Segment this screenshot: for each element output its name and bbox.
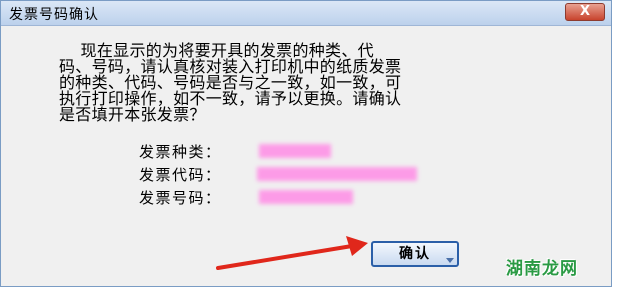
- arrow-shaft: [216, 244, 354, 270]
- invoice-type-label: 发票种类：: [139, 143, 222, 161]
- invoice-number-value-redacted: [259, 190, 353, 204]
- confirm-button-label: 确认: [399, 246, 431, 262]
- arrow-head: [346, 236, 368, 256]
- invoice-number-label: 发票号码：: [139, 189, 222, 207]
- invoice-code-label: 发票代码：: [139, 166, 222, 184]
- invoice-type-value-redacted: [259, 144, 331, 158]
- title-bar: 发票号码确认 X: [1, 1, 611, 26]
- confirmation-message: 现在显示的为将要开具的发票的种类、代 码、号码，请认真核对装入打印机中的纸质发票…: [59, 41, 402, 124]
- window-title: 发票号码确认: [9, 7, 99, 23]
- dropdown-arrow-icon: [446, 258, 454, 263]
- site-watermark: 湖南龙网: [506, 259, 578, 279]
- close-icon: X: [579, 4, 591, 19]
- close-button[interactable]: X: [565, 3, 605, 21]
- red-arrow-annotation: [216, 236, 368, 270]
- confirm-button[interactable]: 确认: [371, 241, 459, 267]
- invoice-code-value-redacted: [257, 167, 417, 181]
